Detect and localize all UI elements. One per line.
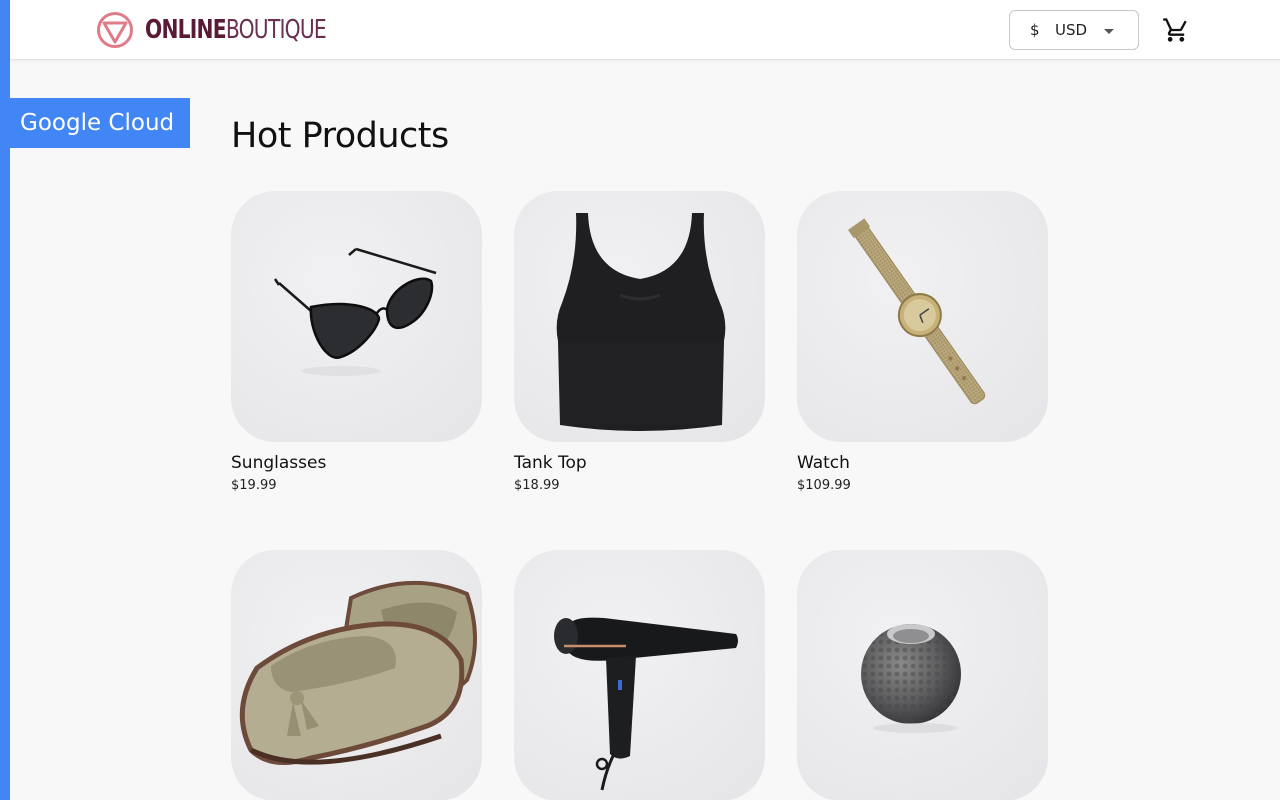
product-name[interactable]: Sunglasses [231, 453, 482, 473]
currency-selector[interactable]: $ USD [1009, 10, 1139, 50]
product-card[interactable]: Sunglasses $19.99 [231, 191, 482, 493]
product-name[interactable]: Tank Top [514, 453, 765, 473]
product-card[interactable] [797, 550, 1048, 800]
google-cloud-badge: Google Cloud [10, 98, 190, 148]
tank-top-image[interactable] [514, 191, 765, 442]
product-name[interactable]: Watch [797, 453, 1048, 473]
product-price: $19.99 [231, 478, 277, 493]
product-price: $109.99 [797, 478, 851, 493]
product-card[interactable] [514, 550, 765, 800]
shopping-cart-icon[interactable] [1162, 16, 1190, 44]
chevron-down-icon [1104, 29, 1114, 34]
product-card[interactable] [231, 550, 482, 800]
top-nav-bar: ONLINEBOUTIQUE $ USD [10, 0, 1280, 60]
loafers-image[interactable] [231, 550, 482, 800]
sunglasses-image[interactable] [231, 191, 482, 442]
page-title: Hot Products [231, 116, 449, 156]
currency-code: USD [1055, 21, 1088, 39]
currency-symbol: $ [1030, 21, 1040, 39]
product-card[interactable]: Watch $109.99 [797, 191, 1048, 493]
candle-holder-image[interactable] [797, 550, 1048, 800]
brand-name: ONLINEBOUTIQUE [145, 15, 327, 45]
hair-dryer-image[interactable] [514, 550, 765, 800]
logo-icon [97, 12, 133, 48]
product-card[interactable]: Tank Top $18.99 [514, 191, 765, 493]
left-accent-stripe [0, 0, 10, 800]
watch-image[interactable] [797, 191, 1048, 442]
brand-logo[interactable]: ONLINEBOUTIQUE [96, 11, 377, 49]
product-price: $18.99 [514, 478, 560, 493]
